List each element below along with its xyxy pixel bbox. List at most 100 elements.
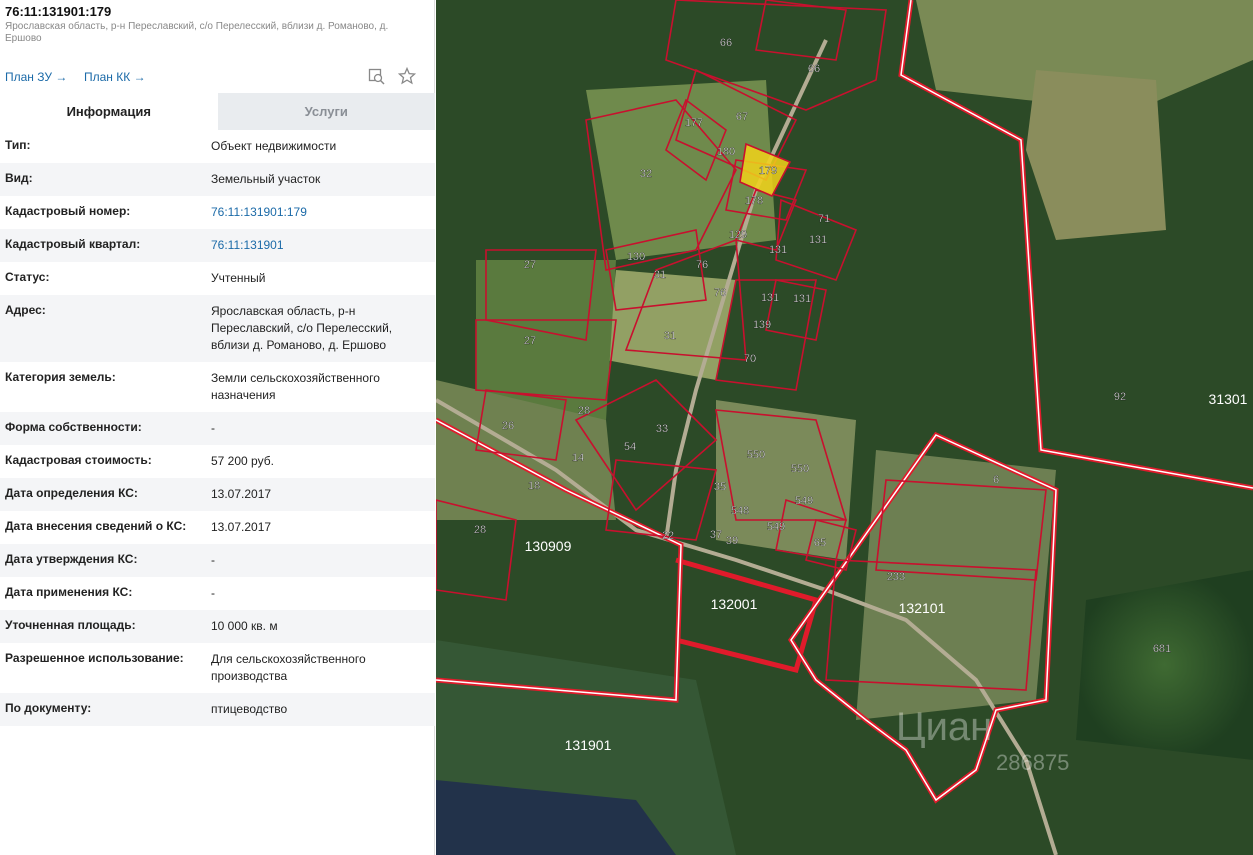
info-value: Земли сельскохозяйственного назначения <box>211 371 380 402</box>
parcel-label: 28 <box>578 405 590 417</box>
parcel-label: 66 <box>808 63 820 75</box>
plan-zu-link[interactable]: План ЗУ → <box>5 70 67 84</box>
parcel-label: 54 <box>624 441 636 453</box>
parcel-label: 27 <box>524 259 536 271</box>
info-row: Кадастровая стоимость: 57 200 руб. <box>0 445 435 478</box>
info-key: Кадастровый номер: <box>5 204 131 218</box>
plan-kk-link[interactable]: План КК → <box>84 70 146 84</box>
parcel-label: 65 <box>814 537 826 549</box>
parcel-label: 129 <box>729 229 747 241</box>
info-key: Уточненная площадь: <box>5 618 136 632</box>
parcel-label: 139 <box>753 319 771 331</box>
info-key: Дата утверждения КС: <box>5 552 138 566</box>
info-key: Разрешенное использование: <box>5 651 184 665</box>
info-key: Кадастровая стоимость: <box>5 453 152 467</box>
parcel-label: 27 <box>524 335 536 347</box>
parcel-label: 22 <box>662 530 674 542</box>
quarter-label: 130909 <box>525 538 572 554</box>
info-row: Категория земель: Земли сельскохозяйствен… <box>0 362 435 412</box>
info-row: Дата определения КС: 13.07.2017 <box>0 478 435 511</box>
info-row: По документу: птицеводство <box>0 693 435 726</box>
info-panel: 76:11:131901:179 Ярославская область, р-… <box>0 0 435 855</box>
watermark: Циан <box>896 705 992 749</box>
tab-info[interactable]: Информация <box>0 93 218 130</box>
info-value: 13.07.2017 <box>211 487 272 501</box>
parcel-label: 92 <box>1114 391 1126 403</box>
info-row: Кадастровый квартал: 76:11:131901 <box>0 229 435 262</box>
info-row: Разрешенное использование: Для сельскохоз… <box>0 643 435 693</box>
parcel-label: 131 <box>793 293 811 305</box>
info-value: 57 200 руб. <box>211 454 274 468</box>
info-key: Дата внесения сведений о КС: <box>5 519 187 533</box>
quarter-label: 132101 <box>899 600 946 616</box>
info-key: Статус: <box>5 270 50 284</box>
header-address: Ярославская область, р-н Переславский, с… <box>5 21 389 44</box>
parcel-label: 39 <box>726 535 738 547</box>
watermark-number: 286875 <box>996 750 1069 775</box>
quarter-label: 131901 <box>565 737 612 753</box>
parcel-label: 18 <box>528 480 540 492</box>
parcel-label: 76 <box>714 287 726 299</box>
parcel-label: 76 <box>696 259 708 271</box>
parcel-label: 131 <box>769 244 787 256</box>
parcel-label: 66 <box>720 37 732 49</box>
parcel-label: 550 <box>791 463 809 475</box>
parcel-label: 681 <box>1153 643 1171 655</box>
info-row: Кадастровый номер: 76:11:131901:179 <box>0 196 435 229</box>
info-value: - <box>211 553 215 567</box>
parcel-label: 550 <box>747 449 765 461</box>
info-key: По документу: <box>5 701 92 715</box>
quarter-label: 31301 <box>1209 391 1248 407</box>
info-value: 10 000 кв. м <box>211 619 278 633</box>
parcel-label: 179 <box>759 165 777 177</box>
tab-services[interactable]: Услуги <box>217 93 435 130</box>
parcel-label: 130 <box>627 251 645 263</box>
parcel-label: 35 <box>714 481 726 493</box>
parcel-label: 180 <box>717 146 735 158</box>
info-row: Дата внесения сведений о КС: 13.07.2017 <box>0 511 435 544</box>
parcel-label: 131 <box>761 292 779 304</box>
parcel-label: 131 <box>809 234 827 246</box>
info-row: Статус: Учтенный <box>0 262 435 295</box>
quarter-label: 132001 <box>711 596 758 612</box>
cadastral-title: 76:11:131901:179 <box>5 4 112 19</box>
parcel-label: 37 <box>710 529 722 541</box>
info-key: Форма собственности: <box>5 420 142 434</box>
parcel-label: 26 <box>502 420 514 432</box>
info-value-link[interactable]: 76:11:131901 <box>205 229 435 262</box>
parcel-label: 548 <box>731 505 749 517</box>
info-value: 13.07.2017 <box>211 520 272 534</box>
info-value: - <box>211 586 215 600</box>
cadastral-map[interactable]: 66 66 67 177 180 179 32 178 71 131 129 131 130 31 76 27… <box>436 0 1253 855</box>
parcel-label: 70 <box>744 353 756 365</box>
info-key: Категория земель: <box>5 370 116 384</box>
parcel-label: 31 <box>664 330 676 342</box>
parcel-label: 549 <box>767 521 785 533</box>
info-value: птицеводство <box>211 702 288 716</box>
parcel-label: 31 <box>654 269 666 281</box>
info-value: Земельный участок <box>211 172 321 186</box>
parcel-label: 14 <box>572 452 584 464</box>
parcel-label: 32 <box>640 168 652 180</box>
search-map-icon[interactable] <box>368 67 386 90</box>
info-value: Учтенный <box>211 271 266 285</box>
info-value: Ярославская область, р-н Переславский, с… <box>211 304 393 352</box>
parcel-label: 71 <box>818 213 830 225</box>
info-row: Дата применения КС: - <box>0 577 435 610</box>
parcel-label: 177 <box>685 117 703 129</box>
star-icon[interactable] <box>397 66 417 90</box>
parcel-label: 33 <box>656 423 668 435</box>
info-key: Дата применения КС: <box>5 585 133 599</box>
info-key: Дата определения КС: <box>5 486 138 500</box>
info-key: Тип: <box>5 138 31 152</box>
info-value: Объект недвижимости <box>211 139 337 153</box>
info-row: Форма собственности: - <box>0 412 435 445</box>
info-value: - <box>211 421 215 435</box>
tab-bar: Информация Услуги <box>0 93 435 130</box>
info-table: Тип: Объект недвижимости Вид: Земельный уча… <box>0 130 435 726</box>
parcel-label: 178 <box>745 195 763 207</box>
info-value-link[interactable]: 76:11:131901:179 <box>205 196 435 229</box>
info-row: Вид: Земельный участок <box>0 163 435 196</box>
info-row: Тип: Объект недвижимости <box>0 130 435 163</box>
parcel-label: 67 <box>736 111 748 123</box>
